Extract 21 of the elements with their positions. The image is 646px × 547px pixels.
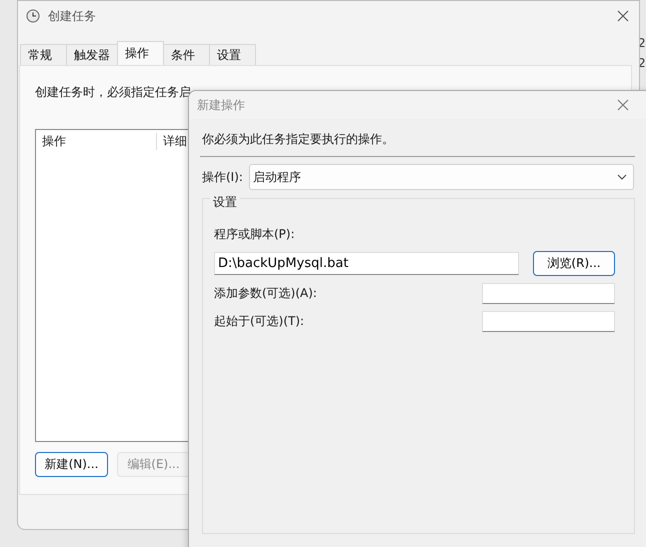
arguments-label: 添加参数(可选)(A): <box>214 285 317 302</box>
tab[interactable]: 设置 <box>209 44 256 65</box>
tab[interactable]: 操作 <box>117 41 164 65</box>
instruction-text: 你必须为此任务指定要执行的操作。 <box>202 131 395 148</box>
close-icon[interactable] <box>617 10 629 22</box>
tab[interactable]: 常规 <box>20 44 67 65</box>
window-title: 创建任务 <box>48 8 97 24</box>
column-header[interactable]: 操作 <box>36 132 157 150</box>
start-in-label: 起始于(可选)(T): <box>214 313 304 330</box>
chevron-icon <box>617 174 627 180</box>
action-dropdown[interactable]: 启动程序 <box>248 164 634 190</box>
start-in-field[interactable] <box>482 311 615 332</box>
program-field[interactable]: D:\backUpMysql.bat <box>214 252 519 275</box>
program-label: 程序或脚本(P): <box>214 226 296 243</box>
clock-icon <box>26 9 40 23</box>
close-icon[interactable] <box>617 99 629 111</box>
action-button[interactable]: 新建(N)... <box>35 452 108 477</box>
browse-button[interactable]: 浏览(R)... <box>533 251 615 276</box>
action-label: 操作(I): <box>202 168 243 186</box>
arguments-field[interactable] <box>482 283 615 304</box>
dialog-title: 新建操作 <box>197 96 246 114</box>
